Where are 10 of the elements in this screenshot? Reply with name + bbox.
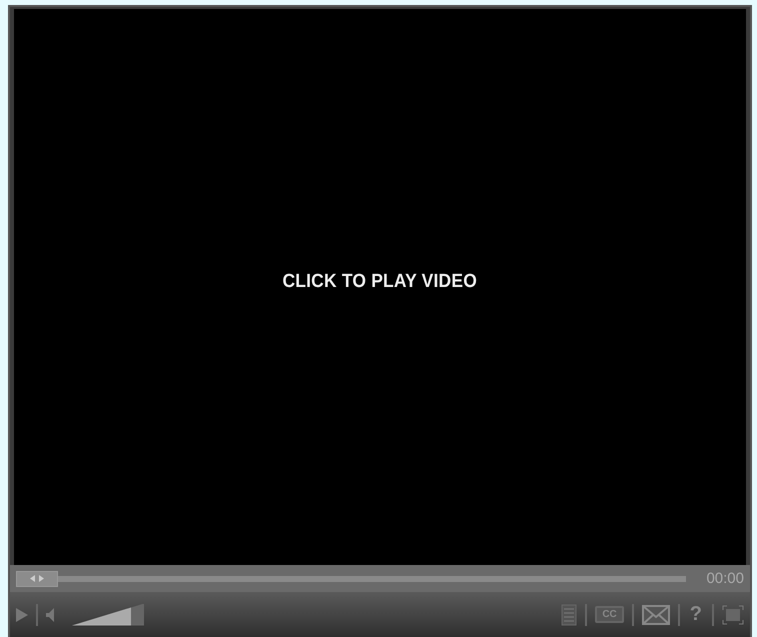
envelope-icon[interactable] <box>642 604 670 624</box>
list-icon[interactable] <box>561 604 578 626</box>
play-prompt: CLICK TO PLAY VIDEO <box>282 271 478 293</box>
time-display: 00:00 <box>705 570 744 587</box>
help-button[interactable]: ? <box>688 603 704 626</box>
play-icon[interactable] <box>16 608 28 622</box>
seek-thumb[interactable] <box>16 570 58 586</box>
fullscreen-icon[interactable] <box>722 604 744 624</box>
speaker-icon[interactable] <box>46 608 54 622</box>
video-screen[interactable]: CLICK TO PLAY VIDEO <box>14 9 746 565</box>
